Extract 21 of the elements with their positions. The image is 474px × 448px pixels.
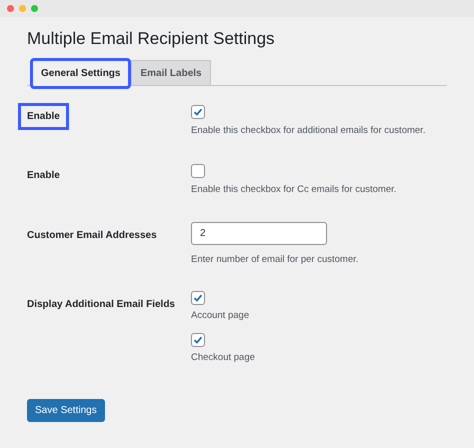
page-title: Multiple Email Recipient Settings — [27, 28, 276, 50]
checkmark-icon — [193, 292, 203, 303]
setting-label: Display Additional Email Fields — [27, 298, 175, 312]
number-input-field[interactable]: 2 — [191, 222, 327, 244]
tab[interactable]: Email Labels — [131, 60, 211, 85]
field-description: Enable this checkbox for additional emails for customer. — [191, 124, 426, 138]
setting-label: Customer Email Addresses — [27, 228, 157, 242]
checkmark-icon — [193, 335, 203, 345]
setting-label: Enable — [27, 169, 60, 184]
checkbox[interactable] — [191, 290, 205, 305]
checkmark-icon — [193, 107, 203, 117]
checkbox[interactable] — [191, 164, 205, 178]
checkbox-label: Checkout page — [191, 351, 255, 365]
checkbox-label: Account page — [191, 308, 250, 323]
field-description: Enter number of email for per customer. — [191, 252, 358, 266]
save-settings-button[interactable]: Save Settings — [27, 399, 105, 422]
field-description: Enable this checkbox for Cc emails for customer. — [191, 183, 396, 198]
checkbox[interactable] — [191, 105, 205, 119]
checkbox[interactable] — [191, 333, 205, 347]
setting-label: Enable — [21, 106, 66, 127]
tab[interactable]: General Settings — [33, 61, 128, 86]
